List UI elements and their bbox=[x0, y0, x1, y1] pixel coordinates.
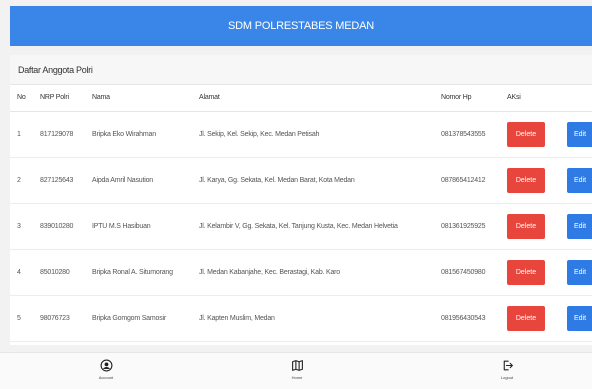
edit-button[interactable]: Edit bbox=[567, 213, 592, 239]
cell-edit: Edit bbox=[567, 295, 592, 341]
nav-account[interactable]: Account bbox=[86, 359, 126, 380]
cell-no: 2 bbox=[17, 176, 21, 184]
logout-icon bbox=[503, 360, 513, 371]
nav-home[interactable]: Home bbox=[277, 359, 317, 380]
cell-nrp: 85010280 bbox=[40, 268, 70, 276]
cell-no: 3 bbox=[17, 222, 21, 230]
delete-button[interactable]: Delete bbox=[507, 305, 545, 331]
cell-hp: 081956430543 bbox=[441, 314, 486, 322]
member-list-card: Daftar Anggota Polri No NRP Polri Nama A… bbox=[10, 55, 592, 345]
cell-alamat: Jl. Kapten Muslim, Medan bbox=[199, 314, 275, 322]
edit-button[interactable]: Edit bbox=[567, 167, 592, 193]
nav-home-label: Home bbox=[291, 375, 303, 380]
delete-button[interactable]: Delete bbox=[507, 213, 545, 239]
table-row: 3 839010280 IPTU M.S Hasibuan Jl. Kelamb… bbox=[10, 203, 592, 249]
cell-hp: 087865412412 bbox=[441, 176, 486, 184]
cell-nama: Bripka Gomgom Samosir bbox=[92, 314, 166, 322]
cell-delete: Delete bbox=[507, 111, 567, 157]
delete-button[interactable]: Delete bbox=[507, 121, 545, 147]
edit-button[interactable]: Edit bbox=[567, 121, 592, 147]
table-row: 4 85010280 Bripka Ronal A. Situmorang Jl… bbox=[10, 249, 592, 295]
app-header: SDM POLRESTABES MEDAN bbox=[10, 6, 592, 46]
cell-nama: Bripka Eko Wirahman bbox=[92, 130, 156, 138]
bottom-nav: Account Home Logout bbox=[0, 352, 592, 389]
map-icon bbox=[291, 360, 303, 371]
cell-edit: Edit bbox=[567, 203, 592, 249]
col-header-nama: Nama bbox=[92, 94, 110, 102]
cell-alamat: Jl. Medan Kabanjahe, Kec. Berastagi, Kab… bbox=[199, 268, 341, 276]
col-header-nrp: NRP Polri bbox=[40, 94, 69, 102]
cell-alamat: Jl. Karya, Gg. Sekata, Kel. Medan Barat,… bbox=[199, 176, 355, 184]
cell-nrp: 827125643 bbox=[40, 176, 74, 184]
table-row: 1 817129078 Bripka Eko Wirahman Jl. Seki… bbox=[10, 111, 592, 157]
cell-nrp: 98076723 bbox=[40, 314, 70, 322]
cell-no: 5 bbox=[17, 314, 21, 322]
card-title: Daftar Anggota Polri bbox=[10, 55, 592, 85]
cell-no: 4 bbox=[17, 268, 21, 276]
table-header-row: No NRP Polri Nama Alamat Nomor Hp AKsi bbox=[10, 85, 592, 111]
user-circle-icon bbox=[100, 359, 112, 372]
col-header-aksi: AKsi bbox=[507, 94, 521, 102]
table-row: 5 98076723 Bripka Gomgom Samosir Jl. Kap… bbox=[10, 295, 592, 341]
nav-logout-label: Logout bbox=[500, 375, 514, 380]
cell-nrp: 817129078 bbox=[40, 130, 74, 138]
cell-nama: Bripka Ronal A. Situmorang bbox=[92, 268, 173, 276]
cell-delete: Delete bbox=[507, 295, 567, 341]
cell-nama: Aipda Amril Nasution bbox=[92, 176, 153, 184]
members-table: No NRP Polri Nama Alamat Nomor Hp AKsi 1… bbox=[10, 85, 592, 342]
delete-button[interactable]: Delete bbox=[507, 167, 545, 193]
cell-alamat: Jl. Sekip, Kel. Sekip, Kec. Medan Petisa… bbox=[199, 130, 320, 138]
header-title: SDM POLRESTABES MEDAN bbox=[228, 20, 374, 32]
nav-logout[interactable]: Logout bbox=[487, 359, 527, 380]
col-header-alamat: Alamat bbox=[199, 94, 220, 102]
edit-button[interactable]: Edit bbox=[567, 259, 592, 285]
cell-edit: Edit bbox=[567, 157, 592, 203]
cell-hp: 081361925925 bbox=[441, 222, 486, 230]
cell-delete: Delete bbox=[507, 203, 567, 249]
edit-button[interactable]: Edit bbox=[567, 305, 592, 331]
cell-no: 1 bbox=[17, 130, 21, 138]
cell-edit: Edit bbox=[567, 111, 592, 157]
delete-button[interactable]: Delete bbox=[507, 259, 545, 285]
cell-hp: 081378543555 bbox=[441, 130, 486, 138]
col-header-blank bbox=[567, 85, 592, 111]
nav-account-label: Account bbox=[98, 375, 114, 380]
cell-nrp: 839010280 bbox=[40, 222, 74, 230]
cell-alamat: Jl. Kelambir V, Gg. Sekata, Kel. Tanjung… bbox=[199, 222, 398, 230]
table-row: 2 827125643 Aipda Amril Nasution Jl. Kar… bbox=[10, 157, 592, 203]
col-header-hp: Nomor Hp bbox=[441, 94, 472, 102]
cell-delete: Delete bbox=[507, 157, 567, 203]
cell-delete: Delete bbox=[507, 249, 567, 295]
cell-edit: Edit bbox=[567, 249, 592, 295]
cell-hp: 081567450980 bbox=[441, 268, 486, 276]
col-header-no: No bbox=[17, 94, 26, 102]
cell-nama: IPTU M.S Hasibuan bbox=[92, 222, 151, 230]
